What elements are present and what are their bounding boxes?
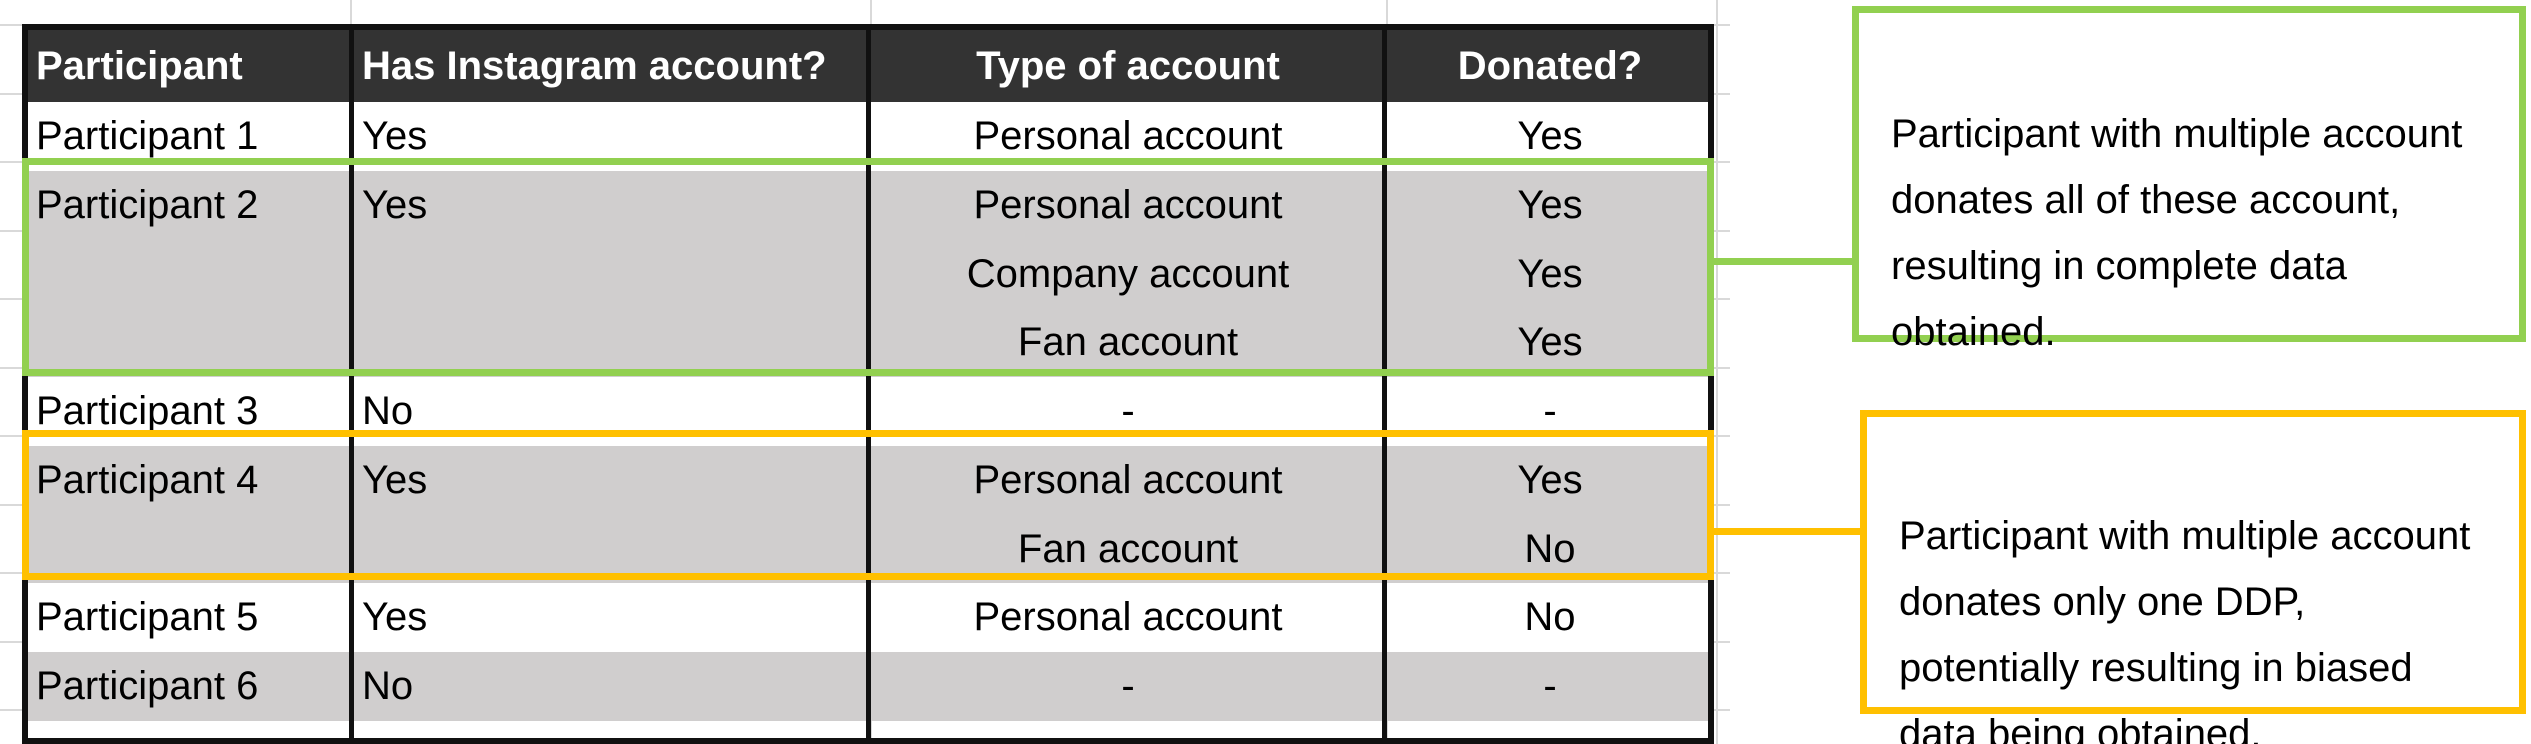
cell-participant: Participant 5 [36, 595, 259, 639]
header-participant: Participant [36, 44, 243, 88]
callout-biased-text: Participant with multiple account donate… [1899, 514, 2471, 744]
callout-complete-text: Participant with multiple account donate… [1891, 112, 2463, 354]
column-separator [866, 30, 871, 738]
callout-complete-data: Participant with multiple account donate… [1852, 6, 2526, 354]
header-donated: Donated? [1457, 44, 1643, 88]
cell-account-type: - [1121, 664, 1135, 708]
highlight-box-biased [22, 430, 1714, 580]
column-separator [349, 30, 354, 738]
cell-participant: Participant 6 [36, 664, 259, 708]
cell-donated: - [1543, 664, 1557, 708]
connector-line-complete [1714, 258, 1856, 265]
participant-table: Participant Has Instagram account? Type … [22, 24, 1714, 744]
column-separator [1382, 30, 1387, 738]
spreadsheet-canvas: Participant Has Instagram account? Type … [0, 0, 2531, 744]
cell-donated: No [1524, 595, 1576, 639]
cell-has-instagram: Yes [362, 595, 428, 639]
header-type-of-account: Type of account [976, 44, 1280, 88]
cell-has-instagram: No [362, 664, 414, 708]
callout-biased-data: Participant with multiple account donate… [1860, 410, 2526, 744]
highlight-box-complete [22, 158, 1714, 376]
cell-account-type: Personal account [973, 595, 1283, 639]
grid-line [1716, 0, 1718, 744]
header-has-instagram: Has Instagram account? [362, 44, 827, 88]
connector-line-biased [1714, 528, 1864, 535]
